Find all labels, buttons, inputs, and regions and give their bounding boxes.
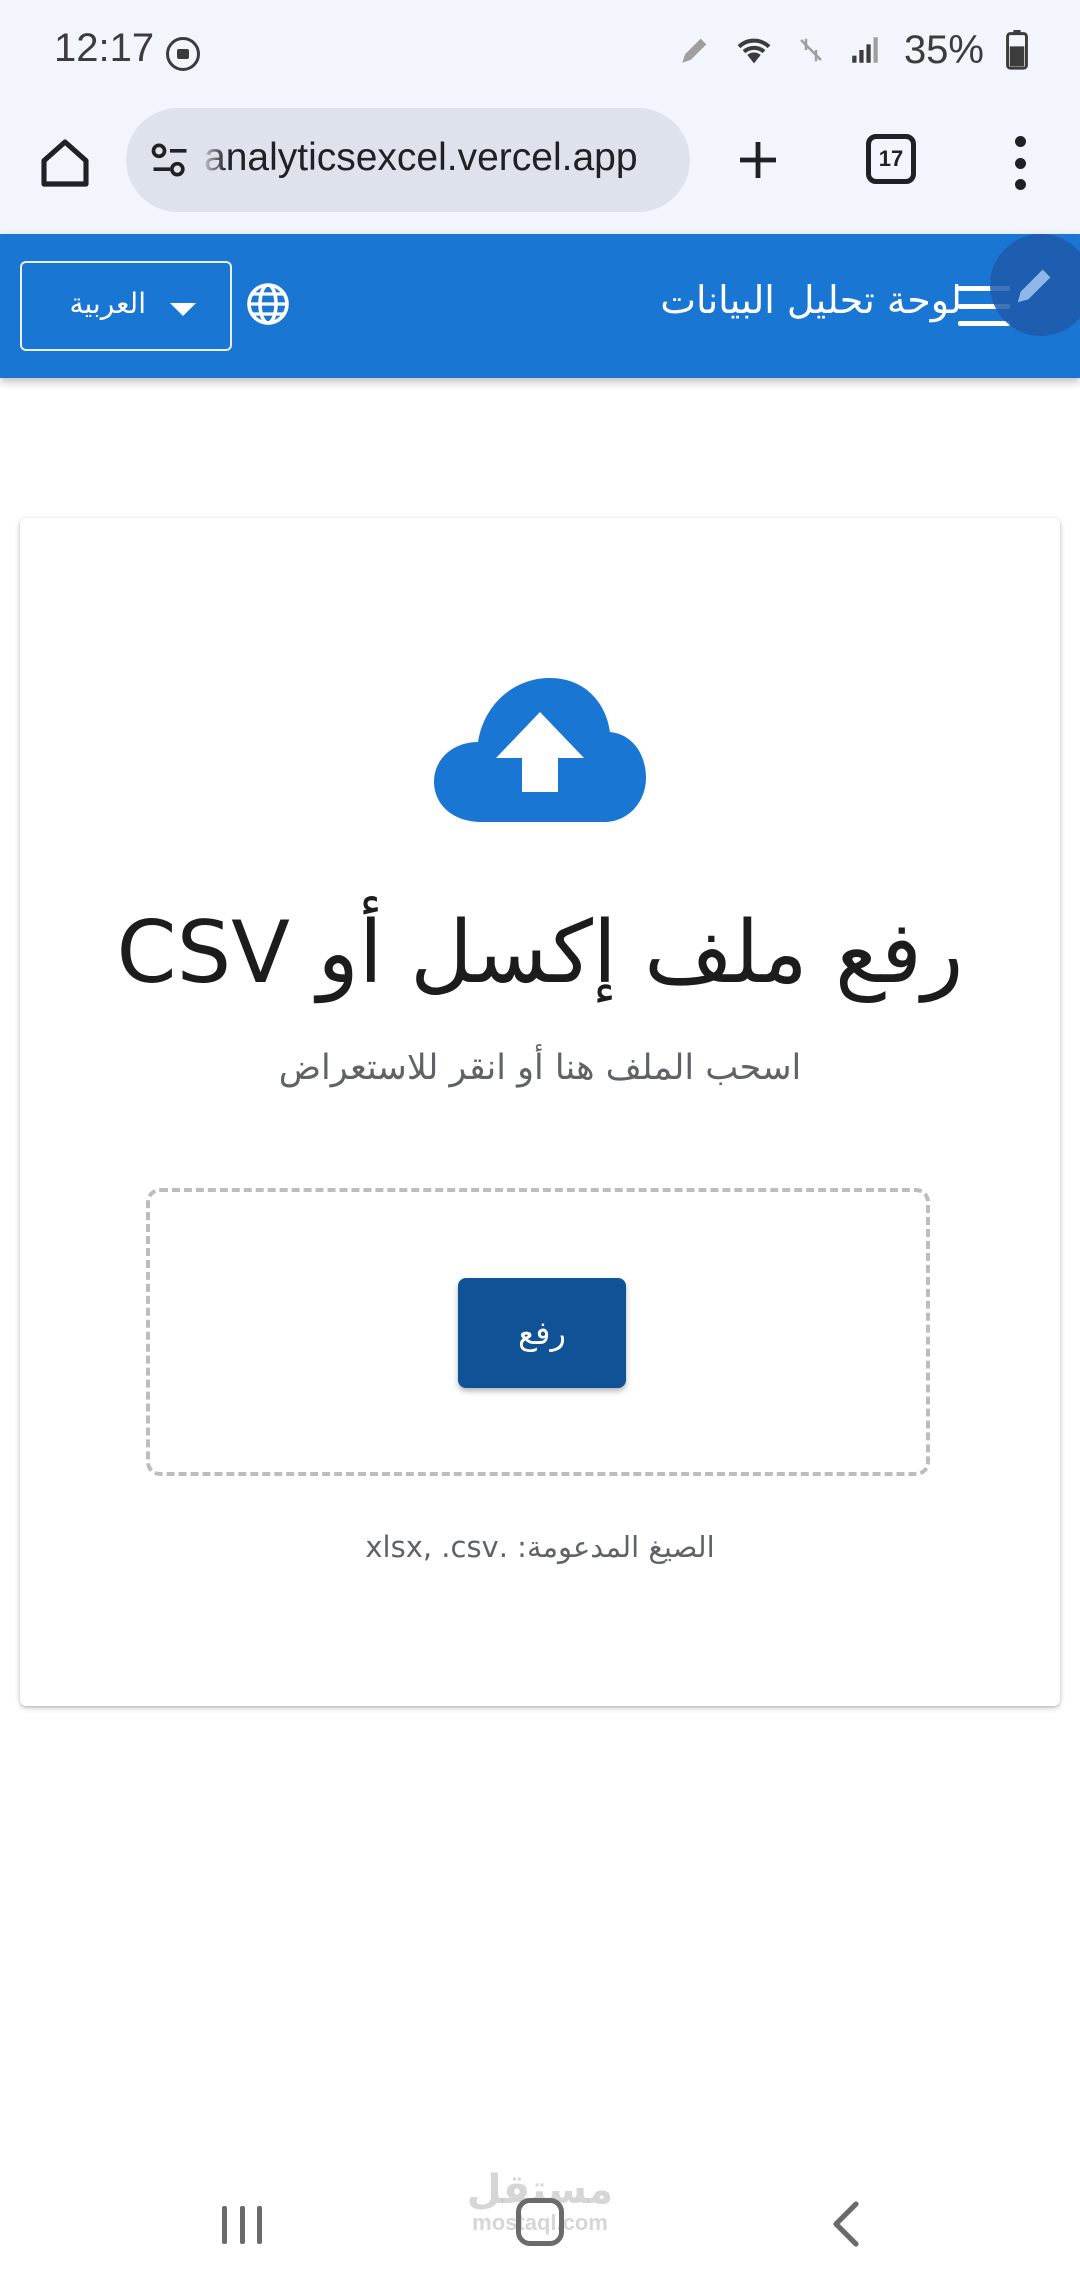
battery-percent: 35% xyxy=(903,27,984,72)
site-settings-icon[interactable] xyxy=(148,138,192,186)
battery-icon xyxy=(1006,30,1028,70)
plus-icon xyxy=(740,142,776,178)
data-off-icon xyxy=(796,35,826,65)
system-nav-bar: مستقل mostaql.com xyxy=(0,2140,1080,2280)
upload-title: رفع ملف إكسل أو CSV xyxy=(116,903,964,1003)
screen-record-icon xyxy=(166,37,200,71)
status-bar: 12:17 35% xyxy=(0,0,1080,100)
app-bar: العربية لوحة تحليل البيانات xyxy=(0,234,1080,378)
language-selected: العربية xyxy=(69,287,146,320)
tab-switcher-button[interactable]: 17 xyxy=(866,134,916,184)
upload-button[interactable]: رفع xyxy=(458,1278,626,1388)
pen-icon xyxy=(678,33,712,67)
signal-icon xyxy=(848,33,882,67)
wifi-icon xyxy=(734,30,774,70)
new-tab-button[interactable] xyxy=(722,124,794,196)
back-icon[interactable] xyxy=(828,2200,862,2252)
dropdown-arrow-icon xyxy=(170,303,196,316)
recent-apps-icon[interactable] xyxy=(222,2206,262,2244)
status-time: 12:17 xyxy=(54,26,155,70)
drop-zone[interactable]: رفع xyxy=(146,1188,930,1476)
home-nav-icon[interactable] xyxy=(516,2198,564,2246)
home-icon[interactable] xyxy=(30,128,100,198)
globe-icon[interactable] xyxy=(244,280,292,332)
app-title: لوحة تحليل البيانات xyxy=(660,278,962,322)
status-icons: 35% xyxy=(678,22,1028,78)
tab-count: 17 xyxy=(878,146,904,171)
address-bar[interactable]: analyticsexcel.vercel.app xyxy=(126,108,690,212)
cloud-upload-icon xyxy=(434,678,646,826)
language-select[interactable]: العربية xyxy=(20,261,232,351)
more-vert-icon[interactable] xyxy=(1000,130,1040,196)
browser-toolbar: analyticsexcel.vercel.app 17 xyxy=(0,100,1080,234)
url-fade xyxy=(200,108,226,212)
upload-card: رفع ملف إكسل أو CSV اسحب الملف هنا أو ان… xyxy=(20,518,1060,1706)
supported-formats: الصيغ المدعومة: .xlsx, .csv xyxy=(365,1530,715,1564)
url-text[interactable]: analyticsexcel.vercel.app xyxy=(204,136,684,180)
upload-subtitle: اسحب الملف هنا أو انقر للاستعراض xyxy=(278,1048,802,1088)
